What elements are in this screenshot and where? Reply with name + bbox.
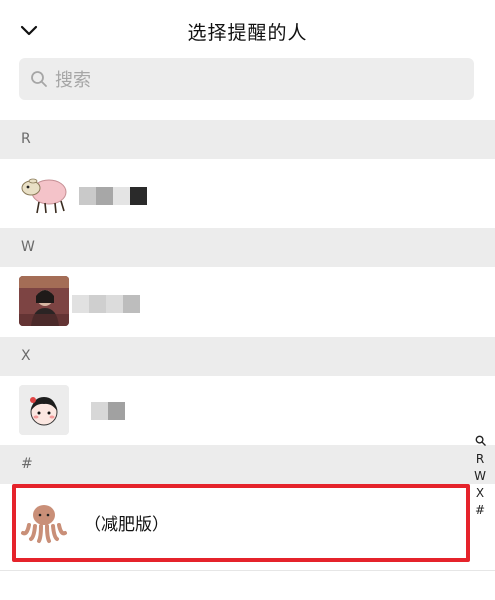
highlight-box	[12, 484, 470, 562]
section-letter: #	[21, 456, 33, 472]
contact-row[interactable]	[0, 267, 495, 336]
contact-name-blurred	[72, 295, 140, 313]
index-letter-x[interactable]: X	[476, 485, 484, 502]
alphabet-index-bar[interactable]: R W X #	[473, 434, 487, 519]
contact-name-blurred	[91, 402, 125, 420]
contact-name-blurred	[79, 187, 147, 205]
index-letter-w[interactable]: W	[474, 468, 486, 485]
search-placeholder: 搜索	[55, 70, 91, 91]
contact-row[interactable]	[0, 159, 495, 228]
contact-row[interactable]	[0, 376, 495, 445]
section-letter: W	[21, 239, 35, 255]
section-header-w: W	[0, 228, 495, 267]
sheep-avatar	[19, 168, 69, 218]
divider	[0, 570, 495, 571]
cartoon-girl-avatar	[19, 385, 69, 435]
index-letter-r[interactable]: R	[476, 451, 484, 468]
page-title: 选择提醒的人	[187, 22, 308, 44]
index-search-icon[interactable]	[475, 434, 486, 451]
search-icon	[29, 69, 49, 89]
header: 选择提醒的人	[0, 0, 495, 58]
index-letter-hash[interactable]: #	[475, 502, 485, 519]
section-letter: R	[21, 131, 31, 147]
photo-avatar	[19, 276, 69, 326]
section-letter: X	[21, 348, 31, 364]
section-header-hash: #	[0, 445, 495, 484]
search-input[interactable]: 搜索	[19, 58, 474, 100]
section-header-r: R	[0, 120, 495, 159]
section-header-x: X	[0, 337, 495, 376]
